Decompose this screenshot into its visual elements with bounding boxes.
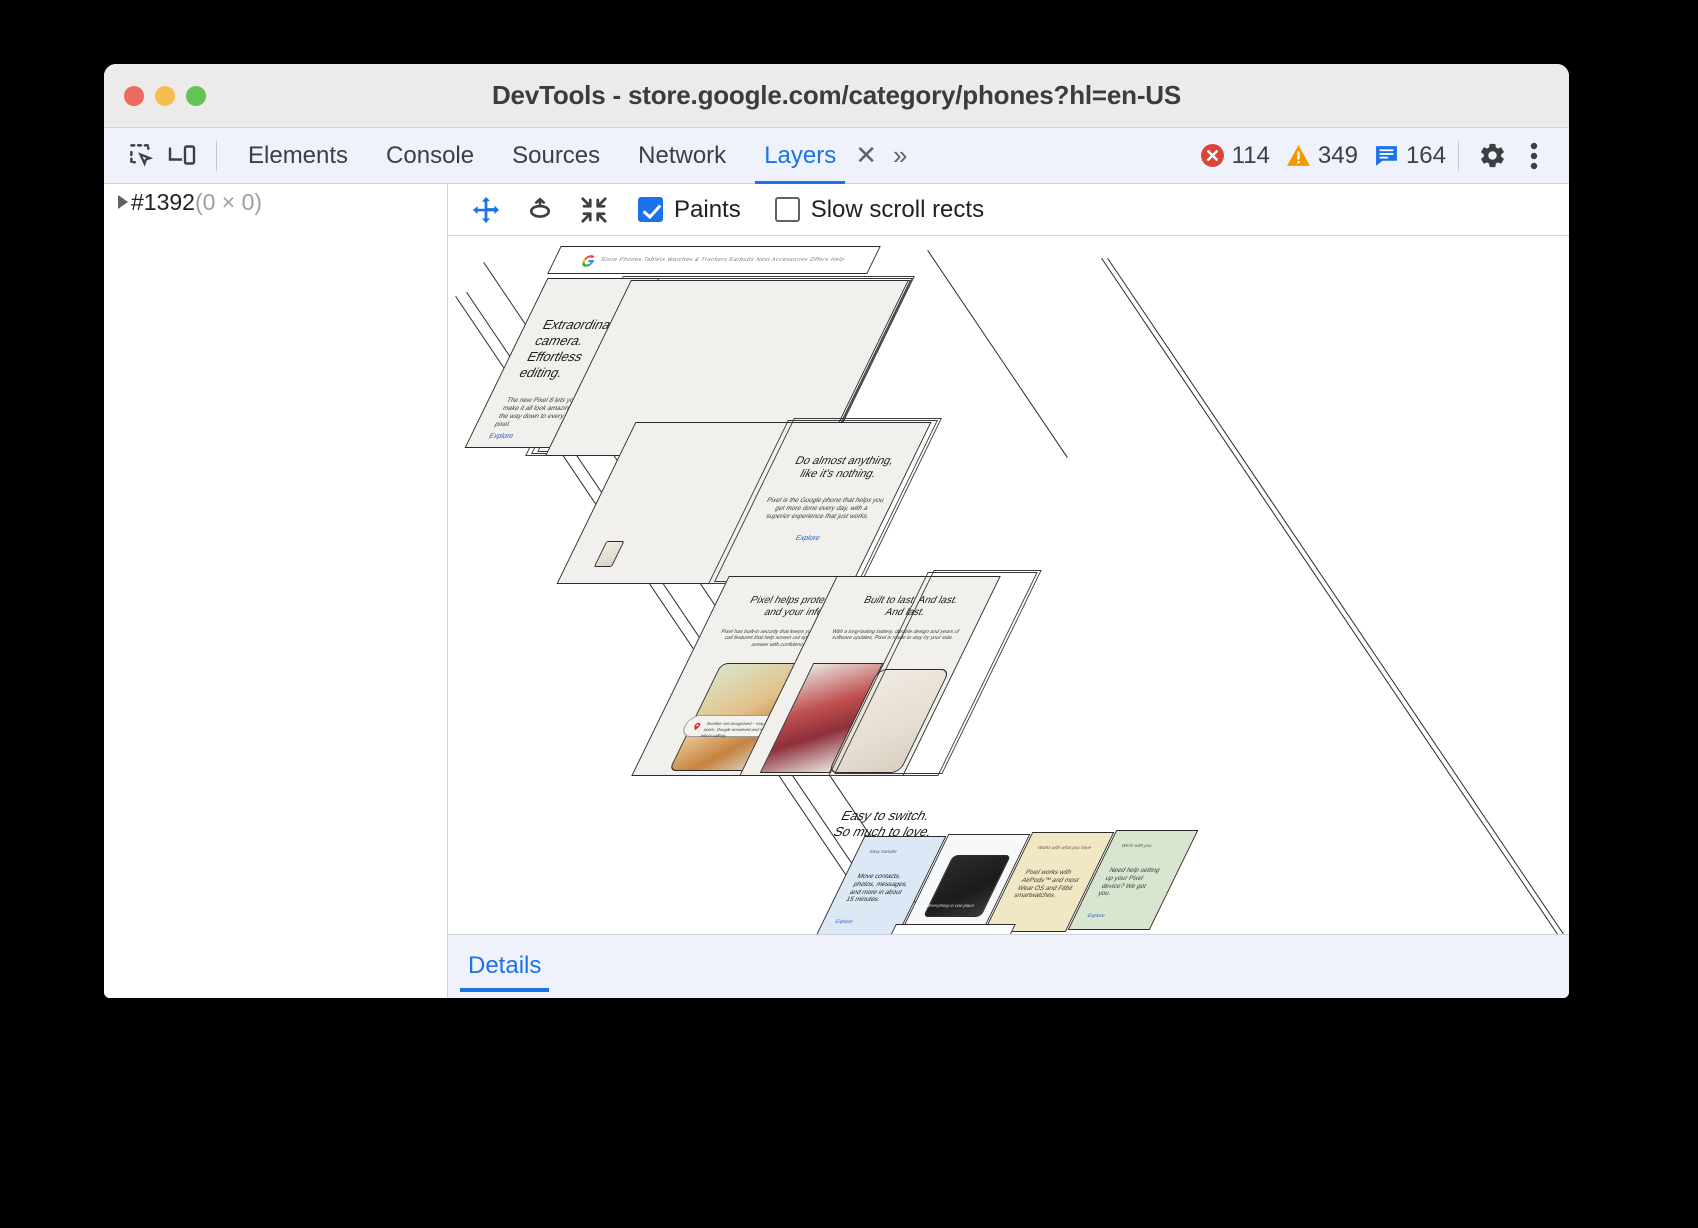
- window-title: DevTools - store.google.com/category/pho…: [104, 80, 1569, 111]
- layers-scene: Store Phones Tablets Watches & Trackers …: [448, 236, 1569, 934]
- tab-console[interactable]: Console: [367, 128, 493, 184]
- reset-view-icon[interactable]: [574, 190, 614, 230]
- layer-tree-item-dimensions: (0 × 0): [195, 189, 262, 216]
- devtools-tabbar: Elements Console Sources Network Layers …: [104, 128, 1569, 184]
- slow-scroll-rects-checkbox[interactable]: [775, 197, 800, 222]
- support-card-text: Need help setting up your Pixel device? …: [1096, 867, 1173, 898]
- layers-3d-canvas[interactable]: Store Phones Tablets Watches & Trackers …: [448, 236, 1569, 934]
- zoom-window-button[interactable]: [186, 86, 206, 106]
- google-logo-icon: [580, 255, 598, 267]
- layer-tree-item-1392[interactable]: #1392 (0 × 0): [104, 184, 447, 220]
- info-counter[interactable]: 164: [1374, 142, 1446, 170]
- warning-counter[interactable]: 349: [1286, 142, 1358, 170]
- error-icon: [1200, 143, 1225, 168]
- expand-triangle-icon[interactable]: [118, 195, 128, 209]
- drawer-tabbar: Details: [448, 934, 1569, 998]
- slow-scroll-rects-checkbox-row[interactable]: Slow scroll rects: [775, 196, 984, 224]
- hero-device-thumb: [594, 541, 625, 567]
- gear-icon[interactable]: [1471, 135, 1513, 177]
- tab-details[interactable]: Details: [448, 935, 561, 998]
- info-count: 164: [1406, 142, 1446, 170]
- warning-icon: [1286, 143, 1311, 168]
- rotate-mode-icon[interactable]: [520, 190, 560, 230]
- devtools-body: #1392 (0 × 0): [104, 184, 1569, 998]
- tab-network[interactable]: Network: [619, 128, 745, 184]
- layer-outline-edge: [927, 250, 1068, 458]
- compatibility-card-eyebrow: Works with what you have: [1036, 845, 1092, 851]
- devtools-window: DevTools - store.google.com/category/pho…: [104, 64, 1569, 998]
- paints-checkbox-row[interactable]: Paints: [638, 196, 741, 224]
- close-window-button[interactable]: [124, 86, 144, 106]
- window-titlebar: DevTools - store.google.com/category/pho…: [104, 64, 1569, 128]
- compatibility-card-text: Pixel works with AirPods™ and most Wear …: [1012, 869, 1089, 900]
- toolbar-divider-2: [1458, 141, 1459, 171]
- more-tabs-icon[interactable]: »: [883, 140, 913, 171]
- tab-elements[interactable]: Elements: [229, 128, 367, 184]
- window-controls: [124, 86, 206, 106]
- error-counter[interactable]: 114: [1200, 142, 1270, 170]
- camera-link[interactable]: Explore: [487, 433, 515, 442]
- kebab-menu-icon[interactable]: [1513, 135, 1555, 177]
- device-toolbar-icon[interactable]: [162, 135, 204, 177]
- minimize-window-button[interactable]: [155, 86, 175, 106]
- device-card-text: Everything in one place: [927, 903, 988, 908]
- layer-tree-item-id: #1392: [131, 189, 195, 216]
- error-count: 114: [1232, 142, 1270, 170]
- tab-sources[interactable]: Sources: [493, 128, 619, 184]
- transfer-card-text: Move contacts, photos, messages, and mor…: [844, 873, 921, 904]
- transfer-card-eyebrow: Easy transfer: [868, 849, 898, 855]
- layers-tree-sidebar: #1392 (0 × 0): [104, 184, 448, 998]
- info-message-icon: [1374, 143, 1399, 168]
- inspect-element-icon[interactable]: [120, 135, 162, 177]
- toolbar-divider: [216, 141, 217, 171]
- paints-label: Paints: [674, 196, 741, 224]
- support-card-link[interactable]: Explore: [1086, 913, 1106, 919]
- layers-right-pane: Paints Slow scroll rects: [448, 184, 1569, 998]
- warning-count: 349: [1318, 142, 1358, 170]
- nav-items-text: Store Phones Tablets Watches & Trackers …: [599, 257, 846, 264]
- tab-layers[interactable]: Layers: [745, 128, 855, 184]
- support-card-eyebrow: We're with you: [1120, 843, 1153, 849]
- slow-scroll-rects-label: Slow scroll rects: [811, 196, 984, 224]
- pan-mode-icon[interactable]: [466, 190, 506, 230]
- layers-toolbar: Paints Slow scroll rects: [448, 184, 1569, 236]
- page-nav-layer[interactable]: Store Phones Tablets Watches & Trackers …: [547, 246, 881, 274]
- transfer-card-link[interactable]: Explore: [834, 919, 854, 925]
- call-screen-icon: [690, 722, 703, 731]
- page-footer-layer[interactable]: [888, 924, 1016, 934]
- paints-checkbox[interactable]: [638, 197, 663, 222]
